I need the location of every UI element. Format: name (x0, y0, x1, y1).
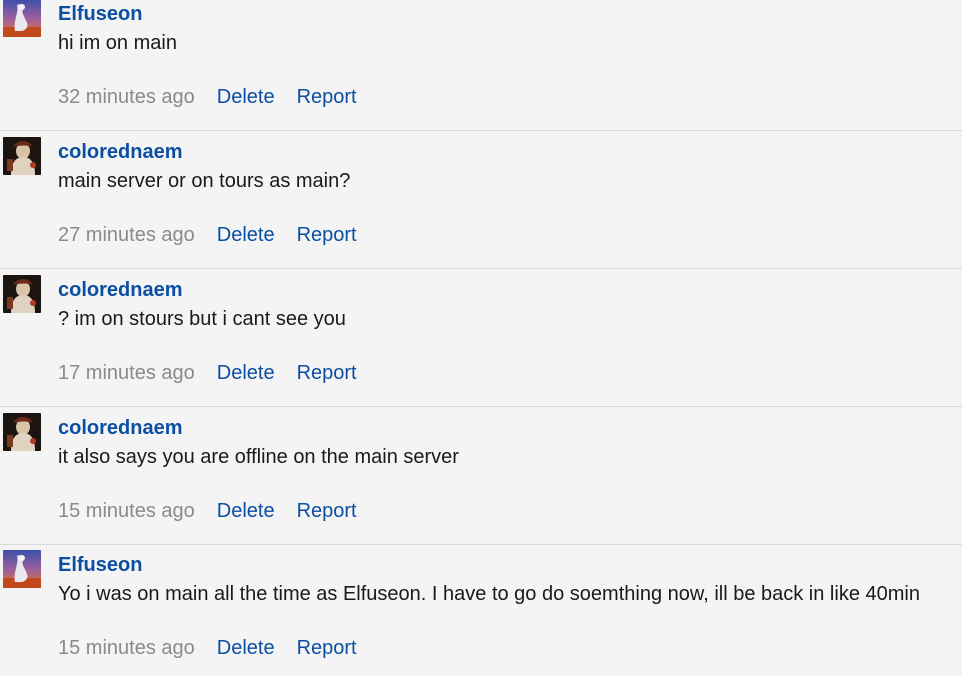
comment-text: hi im on main (58, 32, 177, 54)
delete-link[interactable]: Delete (217, 86, 275, 108)
report-link[interactable]: Report (297, 500, 357, 522)
colorednaem-avatar-icon[interactable] (3, 137, 41, 175)
comment-text: ? im on stours but i cant see you (58, 308, 346, 330)
comment-meta: 32 minutes ago Delete Report (58, 85, 357, 109)
comment-item: colorednaem ? im on stours but i cant se… (0, 270, 962, 407)
elfuseon-avatar-icon[interactable] (3, 550, 41, 588)
comment-author[interactable]: colorednaem (58, 416, 182, 440)
comment-text: it also says you are offline on the main… (58, 446, 459, 468)
colorednaem-avatar-icon[interactable] (3, 275, 41, 313)
comment-author[interactable]: colorednaem (58, 140, 182, 164)
comment-timestamp: 27 minutes ago (58, 224, 195, 246)
delete-link[interactable]: Delete (217, 224, 275, 246)
comment-item: colorednaem main server or on tours as m… (0, 132, 962, 269)
comment-timestamp: 17 minutes ago (58, 362, 195, 384)
report-link[interactable]: Report (297, 637, 357, 659)
delete-link[interactable]: Delete (217, 637, 275, 659)
comment-timestamp: 15 minutes ago (58, 637, 195, 659)
comment-meta: 17 minutes ago Delete Report (58, 361, 357, 385)
comment-meta: 27 minutes ago Delete Report (58, 223, 357, 247)
comment-meta: 15 minutes ago Delete Report (58, 499, 357, 523)
comment-author[interactable]: colorednaem (58, 278, 182, 302)
delete-link[interactable]: Delete (217, 362, 275, 384)
comment-text: Yo i was on main all the time as Elfuseo… (58, 583, 920, 605)
comment-timestamp: 15 minutes ago (58, 500, 195, 522)
delete-link[interactable]: Delete (217, 500, 275, 522)
comment-item: colorednaem it also says you are offline… (0, 408, 962, 545)
comment-meta: 15 minutes ago Delete Report (58, 636, 357, 660)
comment-timestamp: 32 minutes ago (58, 86, 195, 108)
comment-thread: Elfuseon hi im on main 32 minutes ago Del… (0, 0, 962, 676)
colorednaem-avatar-icon[interactable] (3, 413, 41, 451)
report-link[interactable]: Report (297, 86, 357, 108)
comment-author[interactable]: Elfuseon (58, 2, 142, 26)
comment-author[interactable]: Elfuseon (58, 553, 142, 577)
report-link[interactable]: Report (297, 362, 357, 384)
report-link[interactable]: Report (297, 224, 357, 246)
elfuseon-avatar-icon[interactable] (3, 0, 41, 37)
comment-text: main server or on tours as main? (58, 170, 351, 192)
comment-item: Elfuseon hi im on main 32 minutes ago Del… (0, 0, 962, 131)
comment-item: Elfuseon Yo i was on main all the time a… (0, 545, 962, 676)
